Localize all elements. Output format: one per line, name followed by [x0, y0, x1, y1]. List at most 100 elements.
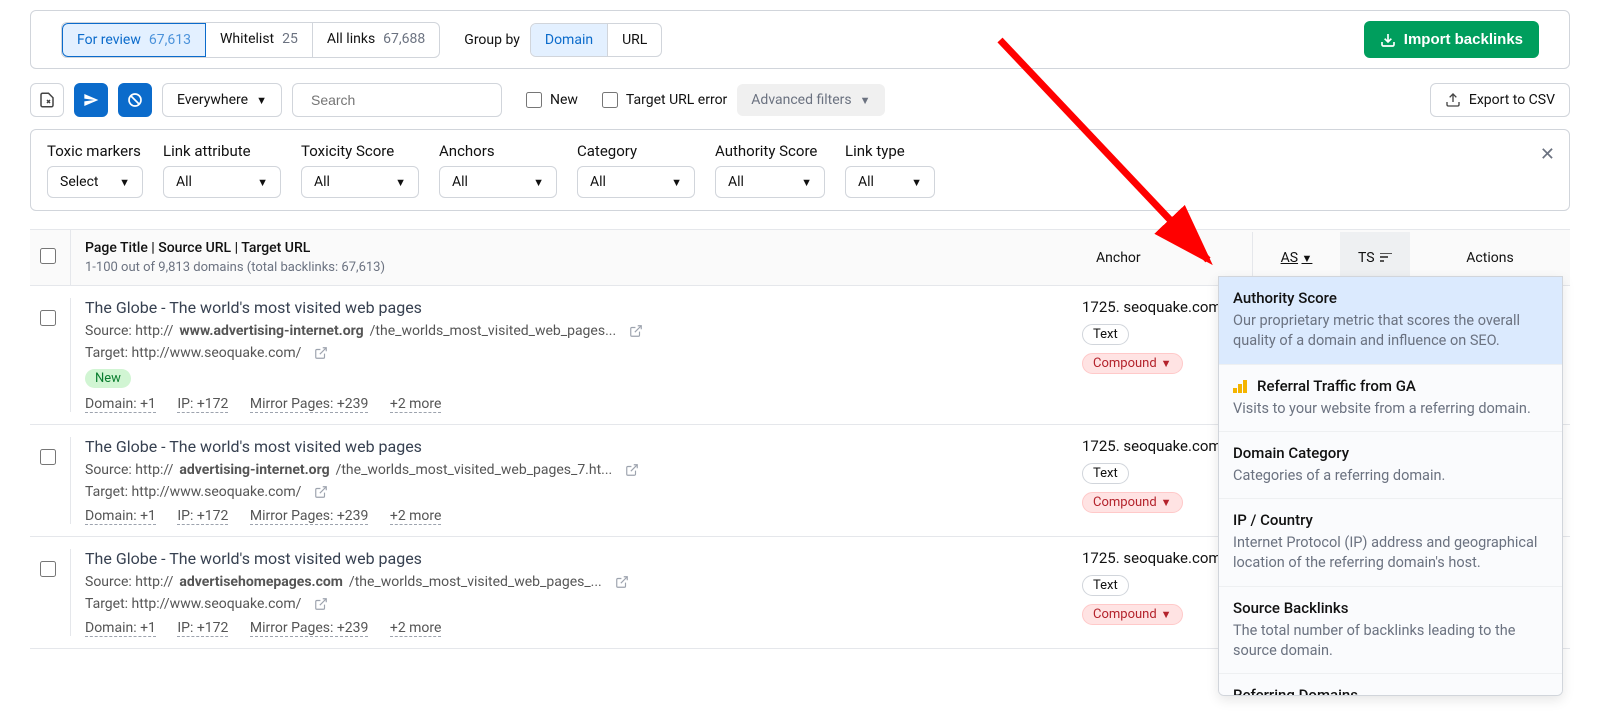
- stat-domain[interactable]: Domain: +1: [85, 508, 156, 525]
- tab-count: 25: [282, 31, 298, 49]
- row-source: Source: http://www.advertising-internet.…: [85, 323, 1082, 339]
- filter-label: Category: [577, 142, 695, 160]
- filter-select[interactable]: All▼: [715, 166, 825, 198]
- button-label: Advanced filters: [751, 92, 851, 108]
- scope-dropdown[interactable]: Everywhere ▼: [162, 83, 282, 117]
- external-link-icon[interactable]: [314, 597, 328, 611]
- row-stats: Domain: +1 IP: +172 Mirror Pages: +239 +…: [85, 620, 1082, 636]
- option-title: Referral Traffic from GA: [1233, 377, 1548, 395]
- option-title: Referring Domains: [1233, 686, 1548, 696]
- pill-compound[interactable]: Compound ▼: [1082, 492, 1183, 513]
- pill-text: Text: [1082, 575, 1129, 596]
- chevron-down-icon: ▼: [801, 176, 812, 189]
- group-by-url[interactable]: URL: [608, 24, 661, 56]
- chevron-down-icon: ▼: [1161, 496, 1172, 509]
- filter-label: Link attribute: [163, 142, 281, 160]
- stat-more[interactable]: +2 more: [390, 620, 442, 637]
- column-header-main: Page Title | Source URL | Target URL 1-1…: [70, 230, 1082, 285]
- stat-mirror[interactable]: Mirror Pages: +239: [250, 620, 368, 637]
- document-icon-button[interactable]: [30, 83, 64, 117]
- dropdown-option[interactable]: Referral Traffic from GA Visits to your w…: [1219, 365, 1562, 432]
- advanced-filters-button[interactable]: Advanced filters ▼: [737, 84, 884, 116]
- dropdown-option[interactable]: Source BacklinksThe total number of back…: [1219, 587, 1562, 675]
- filter-anchors: Anchors All▼: [439, 142, 557, 198]
- chevron-down-icon: ▼: [911, 176, 922, 189]
- tab-whitelist[interactable]: Whitelist 25: [206, 23, 313, 57]
- row-main-cell: The Globe - The world's most visited web…: [70, 298, 1082, 412]
- filter-label: Anchors: [439, 142, 557, 160]
- group-by-domain[interactable]: Domain: [531, 24, 608, 56]
- select-all-checkbox[interactable]: [40, 248, 56, 264]
- filter-label: Authority Score: [715, 142, 825, 160]
- row-title: The Globe - The world's most visited web…: [85, 298, 1082, 317]
- dropdown-option[interactable]: Referring Domains: [1219, 674, 1562, 696]
- import-backlinks-button[interactable]: Import backlinks: [1364, 21, 1539, 58]
- tab-all-links[interactable]: All links 67,688: [313, 23, 439, 57]
- stat-more[interactable]: +2 more: [390, 508, 442, 525]
- external-link-icon[interactable]: [629, 324, 643, 338]
- new-checkbox-wrap[interactable]: New: [526, 92, 578, 108]
- chevron-down-icon: ▼: [1161, 608, 1172, 621]
- stat-mirror[interactable]: Mirror Pages: +239: [250, 508, 368, 525]
- ga-icon: [1233, 379, 1249, 393]
- pill-text: Text: [1082, 463, 1129, 484]
- search-input[interactable]: [311, 92, 492, 108]
- filter-label: Link type: [845, 142, 935, 160]
- document-export-icon: [38, 91, 56, 109]
- block-icon-button[interactable]: [118, 83, 152, 117]
- stat-ip[interactable]: IP: +172: [177, 396, 228, 413]
- dropdown-option[interactable]: IP / CountryInternet Protocol (IP) addre…: [1219, 499, 1562, 587]
- stat-ip[interactable]: IP: +172: [177, 508, 228, 525]
- external-link-icon[interactable]: [615, 575, 629, 589]
- new-badge: New: [85, 369, 131, 388]
- target-error-checkbox-wrap[interactable]: Target URL error: [602, 92, 727, 108]
- filter-toxic-markers: Toxic markers Select▼: [47, 142, 143, 198]
- send-icon-button[interactable]: [74, 83, 108, 117]
- option-desc: Visits to your website from a referring …: [1233, 399, 1548, 419]
- dropdown-option[interactable]: Domain CategoryCategories of a referring…: [1219, 432, 1562, 499]
- dropdown-option[interactable]: Authority ScoreOur proprietary metric th…: [1219, 277, 1562, 365]
- filter-select[interactable]: All▼: [163, 166, 281, 198]
- row-checkbox[interactable]: [40, 449, 56, 465]
- filter-select[interactable]: All▼: [577, 166, 695, 198]
- external-link-icon[interactable]: [314, 485, 328, 499]
- stat-more[interactable]: +2 more: [390, 396, 442, 413]
- filter-link-attribute: Link attribute All▼: [163, 142, 281, 198]
- sort-icon: [1380, 253, 1392, 263]
- external-link-icon[interactable]: [625, 463, 639, 477]
- row-source: Source: http://advertisehomepages.com/th…: [85, 574, 1082, 590]
- row-stats: Domain: +1 IP: +172 Mirror Pages: +239 +…: [85, 508, 1082, 524]
- row-checkbox[interactable]: [40, 561, 56, 577]
- chevron-down-icon: ▼: [257, 176, 268, 189]
- target-error-checkbox[interactable]: [602, 92, 618, 108]
- tab-label: All links: [327, 31, 375, 49]
- row-target: Target: http://www.seoquake.com/: [85, 484, 1082, 500]
- pill-compound[interactable]: Compound ▼: [1082, 353, 1183, 374]
- row-checkbox[interactable]: [40, 310, 56, 326]
- close-icon[interactable]: ✕: [1540, 144, 1555, 165]
- search-input-wrap[interactable]: [292, 83, 502, 117]
- stat-domain[interactable]: Domain: +1: [85, 396, 156, 413]
- filter-select[interactable]: All▼: [301, 166, 419, 198]
- top-tabs-bar: For review 67,613 Whitelist 25 All links…: [30, 10, 1570, 69]
- external-link-icon[interactable]: [314, 346, 328, 360]
- filter-label: Toxicity Score: [301, 142, 419, 160]
- tab-for-review[interactable]: For review 67,613: [62, 23, 206, 57]
- stat-domain[interactable]: Domain: +1: [85, 620, 156, 637]
- block-icon: [127, 92, 143, 108]
- filter-select[interactable]: Select▼: [47, 166, 143, 198]
- row-target: Target: http://www.seoquake.com/: [85, 596, 1082, 612]
- stat-mirror[interactable]: Mirror Pages: +239: [250, 396, 368, 413]
- filter-select[interactable]: All▼: [439, 166, 557, 198]
- chevron-down-icon: ▼: [256, 94, 267, 107]
- pill-compound[interactable]: Compound ▼: [1082, 604, 1183, 625]
- new-checkbox[interactable]: [526, 92, 542, 108]
- stat-ip[interactable]: IP: +172: [177, 620, 228, 637]
- tab-label: For review: [77, 32, 141, 48]
- button-label: Import backlinks: [1404, 31, 1523, 48]
- toolbar: Everywhere ▼ New Target URL error Advanc…: [30, 83, 1570, 117]
- export-csv-button[interactable]: Export to CSV: [1430, 83, 1570, 117]
- filter-select[interactable]: All▼: [845, 166, 935, 198]
- status-tab-group: For review 67,613 Whitelist 25 All links…: [61, 22, 440, 58]
- option-desc: Our proprietary metric that scores the o…: [1233, 311, 1548, 352]
